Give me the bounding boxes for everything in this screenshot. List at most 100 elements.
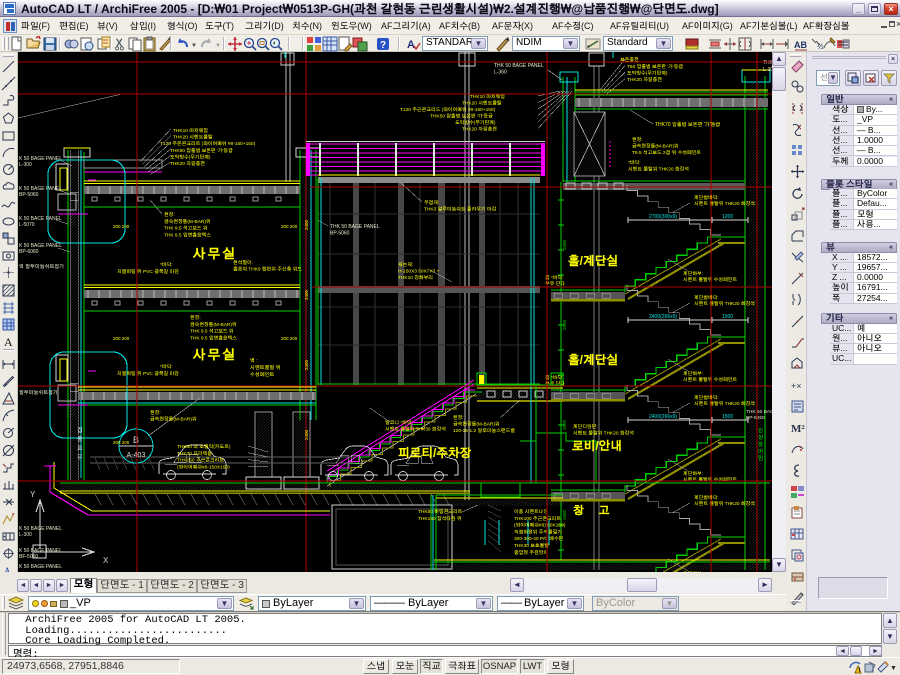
svg-text:장: 장: [757, 434, 764, 441]
svg-text:럭 알투미늄쉬트접기: 럭 알투미늄쉬트접기: [19, 263, 64, 270]
svg-text:THK50 압출법 보온판 '가'등급: THK50 압출법 보온판 '가'등급: [430, 113, 493, 119]
svg-text:K 50 BAGE PANEL: K 50 BAGE PANEL: [19, 564, 62, 570]
svg-text:*바닥:: *바닥:: [160, 363, 173, 369]
svg-text:THK10 마치웨임: THK10 마치웨임: [470, 94, 505, 99]
svg-text:120-15-1.2 알루미늄스팬드럴: 120-15-1.2 알루미늄스팬드럴: [453, 427, 515, 433]
svg-text:계단참바닥:: 계단참바닥:: [694, 394, 719, 400]
svg-text:THK 50 BAGE PANEL: THK 50 BAGE PANEL: [746, 409, 772, 414]
svg-text:흡음위 THK9 합판위 주신축 위드: 흡음위 THK9 합판위 주신축 위드: [233, 266, 302, 272]
svg-text:BP-5060: BP-5060: [746, 415, 765, 420]
svg-text:+×: +×: [791, 382, 802, 391]
svg-text:이중 시멘트나딩: 이중 시멘트나딩: [514, 508, 548, 514]
svg-text:시멘트 몰탈위 THK20 화강석: 시멘트 몰탈위 THK20 화강석: [694, 300, 755, 306]
svg-text:K 50 BAGE PANEL: K 50 BAGE PANEL: [19, 548, 62, 554]
svg-text:2400: 2400: [304, 219, 309, 230]
svg-text:T60 압출법 보온판 '가'등급: T60 압출법 보온판 '가'등급: [627, 63, 683, 69]
svg-text:2600: 2600: [562, 419, 567, 430]
svg-text:2400: 2400: [304, 359, 309, 370]
svg-text:B: B: [133, 436, 139, 445]
svg-text:K 50 BAGE PANEL: K 50 BAGE PANEL: [19, 526, 62, 532]
svg-text:계단참바닥:: 계단참바닥:: [694, 494, 719, 500]
svg-text:호: 호: [77, 445, 83, 452]
svg-text:THK20 시멘트몰탈: THK20 시멘트몰탈: [462, 100, 502, 106]
svg-text:림: 림: [758, 456, 763, 462]
svg-text:계단참바닥:: 계단참바닥:: [694, 294, 719, 300]
svg-text:200 200: 200 200: [113, 336, 130, 341]
svg-text:벽 :: 벽 :: [250, 357, 258, 364]
svg-text:BP-6060: BP-6060: [19, 249, 39, 255]
svg-text:BP-5060: BP-5060: [19, 192, 39, 198]
svg-text:홀/계단실: 홀/계단실: [568, 353, 618, 367]
svg-text:THK 50 BAGE PANEL: THK 50 BAGE PANEL: [330, 224, 380, 230]
svg-text:김: 김: [758, 427, 763, 434]
svg-text:시멘트몰탈 위: 시멘트몰탈 위: [250, 364, 281, 371]
svg-text:THK30 보호몰탈: THK30 보호몰탈: [514, 542, 549, 548]
svg-text:2700(300x9): 2700(300x9): [649, 214, 677, 220]
svg-text:THK150 주근콘크리트: THK150 주근콘크리트: [177, 458, 224, 463]
svg-text:M²: M²: [791, 423, 805, 435]
svg-text:홀 *바닥:: 홀 *바닥:: [545, 374, 564, 380]
svg-text:금속천장틀(M-BAR)위: 금속천장틀(M-BAR)위: [150, 416, 197, 422]
svg-text:금속천장틀(M-BAR)위: 금속천장틀(M-BAR)위: [190, 321, 237, 327]
svg-text:1500: 1500: [722, 414, 733, 420]
svg-text:금속천장틀(M-BAR)위: 금속천장틀(M-BAR)위: [164, 218, 211, 224]
svg-text:시멘트 몰탈위 THK20 화강석: 시멘트 몰탈위 THK20 화강석: [694, 400, 755, 406]
svg-text:지열히팅 위 PVC 광폭길 마감: 지열히팅 위 PVC 광폭길 마감: [117, 268, 179, 274]
svg-text:A: A: [4, 335, 13, 349]
svg-text:계단참바닥:: 계단참바닥:: [694, 194, 719, 200]
svg-text:200 200: 200 200: [281, 224, 298, 229]
svg-text:움: 움: [758, 441, 763, 448]
svg-text:!: !: [859, 668, 861, 674]
svg-text:피로티/주차장: 피로티/주차장: [398, 446, 471, 460]
svg-text:THK 9.5 암면흡음텍스: THK 9.5 암면흡음텍스: [190, 334, 237, 340]
svg-text:200 200: 200 200: [113, 224, 130, 229]
svg-text:홀/계단실: 홀/계단실: [568, 254, 618, 268]
svg-text:X: X: [103, 557, 109, 565]
svg-text:금속천장틀(M-BAR)위: 금속천장틀(M-BAR)위: [453, 421, 500, 427]
svg-text:중압정 주검당이: 중압정 주검당이: [514, 550, 548, 555]
svg-text:알투미늄쉬트접기: 알투미늄쉬트접기: [19, 389, 58, 396]
svg-text:금속천장틀(M-BAR)위: 금속천장틀(M-BAR)위: [632, 143, 679, 149]
svg-text:(와이어메쉬#8) 50X150): (와이어메쉬#8) 50X150): [514, 523, 566, 528]
svg-text:시멘트 몰탈위 수성페인트: 시멘트 몰탈위 수성페인트: [683, 276, 737, 282]
svg-text:사무실: 사무실: [193, 347, 237, 362]
svg-text:계단하부:: 계단하부:: [683, 370, 703, 376]
svg-text:재논재:: 재논재:: [397, 262, 413, 267]
svg-text:THK20 자갈충전: THK20 자갈충전: [627, 76, 662, 82]
svg-text:THK 9.5 석고보드 위: THK 9.5 석고보드 위: [164, 226, 208, 231]
svg-text:L-5070: L-5070: [19, 222, 35, 228]
svg-text:2400(266x9): 2400(266x9): [649, 314, 677, 320]
svg-text:중: 중: [77, 436, 83, 443]
svg-text:발코니 *바닥:: 발코니 *바닥:: [385, 419, 413, 425]
svg-text:우겹재:: 우겹재:: [424, 200, 439, 205]
svg-text:1500: 1500: [722, 314, 733, 320]
svg-text:THK: THK: [763, 60, 772, 66]
svg-text:도막방수(무기탄계): 도막방수(무기탄계): [170, 154, 211, 160]
svg-text:THK20 시멘트몰탈: THK20 시멘트몰탈: [173, 134, 213, 140]
svg-text:L-300: L-300: [19, 532, 32, 538]
svg-text:보온충전: 보온충전: [620, 56, 639, 62]
svg-text:시멘트 몰탈위 THK20 화강석: 시멘트 몰탈위 THK20 화강석: [694, 500, 755, 506]
svg-text:K 50 BAGE PANEL: K 50 BAGE PANEL: [19, 243, 62, 249]
svg-text:T9.5 석고보드 2겹 위 수성페인트: T9.5 석고보드 2겹 위 수성페인트: [632, 149, 701, 155]
svg-text:THK20 자갈충전: THK20 자갈충전: [170, 160, 205, 166]
svg-text:로비/안내: 로비/안내: [572, 439, 622, 453]
svg-text:(와이어메쉬#8-150X150): (와이어메쉬#8-150X150): [177, 464, 230, 469]
svg-text:시멘트 몰탈위 THK20 화강석: 시멘트 몰탈위 THK20 화강석: [573, 430, 634, 436]
svg-text:사무실: 사무실: [193, 246, 237, 261]
svg-text:창 고: 창 고: [573, 504, 615, 517]
svg-text:L-300: L-300: [19, 162, 32, 168]
svg-text:집: 집: [77, 427, 83, 434]
svg-text:계단하부:: 계단하부:: [683, 470, 703, 476]
svg-text:버: 버: [758, 448, 763, 455]
svg-text:?: ?: [380, 40, 386, 51]
svg-text:THK20 자갈충전: THK20 자갈충전: [462, 126, 497, 132]
svg-text:L-360: L-360: [494, 69, 507, 75]
svg-text:T120 주근콘크리드 (와이어메쉬 #8-150+150): T120 주근콘크리드 (와이어메쉬 #8-150+150): [400, 107, 496, 112]
svg-text:계단디딤판:: 계단디딤판:: [573, 423, 598, 429]
svg-text:도막방수(무기탄계): 도막방수(무기탄계): [455, 119, 496, 125]
svg-text:200 200: 200 200: [281, 336, 298, 341]
svg-text:BP-5060: BP-5060: [330, 230, 350, 236]
svg-text:A-403: A-403: [127, 452, 146, 459]
svg-text:THK3 알루미늄쉬트 졸라우기 마감: THK3 알루미늄쉬트 졸라우기 마감: [424, 206, 497, 212]
